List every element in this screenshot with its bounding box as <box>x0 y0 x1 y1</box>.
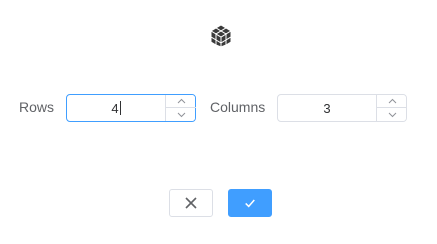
columns-input[interactable]: 3 <box>278 95 376 121</box>
check-icon <box>245 199 255 208</box>
cube-logo-icon <box>209 24 233 48</box>
insert-table-dialog: Rows 4 Columns 3 <box>0 0 437 244</box>
rows-spin-controls <box>165 95 196 121</box>
chevron-down-icon <box>388 112 396 117</box>
columns-stepper[interactable]: 3 <box>277 94 407 122</box>
close-icon <box>185 197 197 209</box>
chevron-down-icon <box>177 112 185 117</box>
text-caret <box>119 101 121 115</box>
columns-value: 3 <box>323 100 331 116</box>
columns-decrement-button[interactable] <box>377 108 407 121</box>
rows-input[interactable]: 4 <box>67 95 165 121</box>
chevron-up-icon <box>388 98 396 104</box>
columns-increment-button[interactable] <box>377 95 407 108</box>
chevron-up-icon <box>177 98 185 104</box>
rows-value: 4 <box>111 100 119 116</box>
rows-increment-button[interactable] <box>166 95 196 108</box>
columns-label: Columns <box>210 99 266 115</box>
confirm-button[interactable] <box>228 189 272 217</box>
cancel-button[interactable] <box>169 189 213 217</box>
rows-decrement-button[interactable] <box>166 108 196 121</box>
columns-spin-controls <box>376 95 407 121</box>
rows-label: Rows <box>19 99 55 115</box>
rows-stepper[interactable]: 4 <box>66 94 196 122</box>
